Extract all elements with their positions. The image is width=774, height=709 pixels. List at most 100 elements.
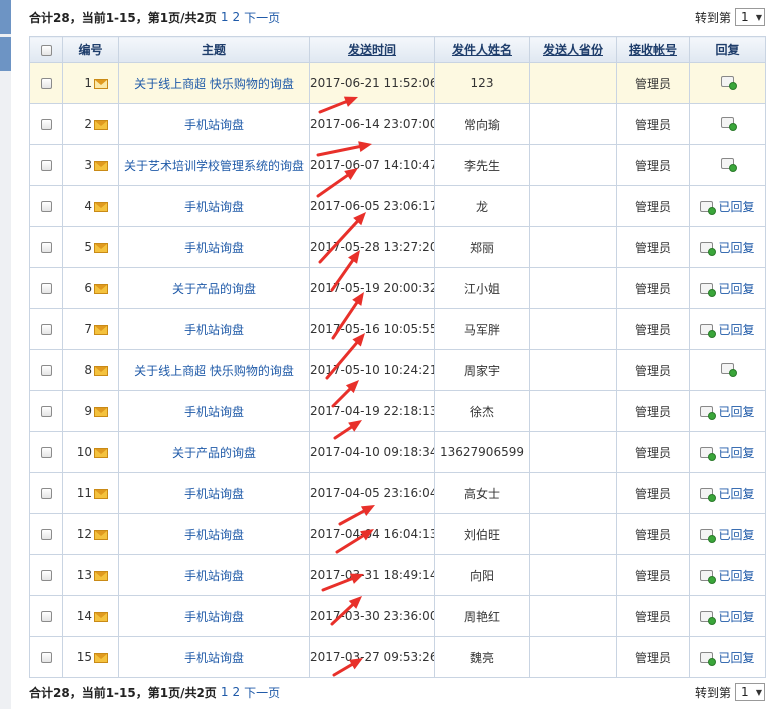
reply-icon[interactable] <box>721 158 737 172</box>
row-reply-cell[interactable] <box>689 144 766 186</box>
reply-icon[interactable] <box>700 323 717 338</box>
row-checkbox[interactable] <box>40 324 52 335</box>
goto-page-select[interactable]: 1 ▼ <box>735 683 765 701</box>
goto-page-select[interactable]: 1 ▼ <box>735 8 765 26</box>
reply-icon[interactable] <box>721 363 737 377</box>
row-reply-cell[interactable]: 已回复 <box>689 513 766 555</box>
row-subject-link[interactable]: 关于产品的询盘 <box>172 282 256 296</box>
row-select-cell[interactable] <box>29 62 63 104</box>
row-select-cell[interactable] <box>29 513 63 555</box>
replied-label[interactable]: 已回复 <box>718 280 754 297</box>
select-all-header[interactable] <box>29 36 63 63</box>
reply-icon[interactable] <box>700 282 717 297</box>
replied-label[interactable]: 已回复 <box>718 567 754 584</box>
row-subject-link[interactable]: 关于艺术培训学校管理系统的询盘 <box>124 159 304 173</box>
select-all-checkbox[interactable] <box>40 44 52 56</box>
row-select-cell[interactable] <box>29 308 63 350</box>
row-select-cell[interactable] <box>29 390 63 432</box>
replied-label[interactable]: 已回复 <box>718 444 754 461</box>
row-reply-cell[interactable]: 已回复 <box>689 226 766 268</box>
row-reply-cell[interactable]: 已回复 <box>689 431 766 473</box>
reply-icon[interactable] <box>700 569 717 584</box>
row-reply-cell[interactable]: 已回复 <box>689 308 766 350</box>
row-reply-cell[interactable]: 已回复 <box>689 390 766 432</box>
row-checkbox[interactable] <box>40 488 52 499</box>
row-select-cell[interactable] <box>29 349 63 391</box>
row-reply-cell[interactable] <box>689 349 766 391</box>
replied-label[interactable]: 已回复 <box>718 403 754 420</box>
column-header-receiver[interactable]: 接收帐号 <box>616 36 690 63</box>
row-reply-cell[interactable]: 已回复 <box>689 636 766 678</box>
column-header-send-time[interactable]: 发送时间 <box>309 36 435 63</box>
page-link-2[interactable]: 2 <box>232 685 240 699</box>
row-checkbox[interactable] <box>40 611 52 622</box>
row-checkbox[interactable] <box>40 652 52 663</box>
row-checkbox[interactable] <box>40 119 52 130</box>
row-checkbox[interactable] <box>40 283 52 294</box>
row-select-cell[interactable] <box>29 267 63 309</box>
row-checkbox[interactable] <box>40 570 52 581</box>
row-subject-link[interactable]: 关于线上商超 快乐购物的询盘 <box>134 77 294 91</box>
reply-icon[interactable] <box>700 528 717 543</box>
reply-icon[interactable] <box>700 405 717 420</box>
row-subject-link[interactable]: 手机站询盘 <box>184 487 244 501</box>
sidebar-tab[interactable] <box>0 37 11 71</box>
row-reply-cell[interactable]: 已回复 <box>689 554 766 596</box>
row-subject-link[interactable]: 手机站询盘 <box>184 118 244 132</box>
row-checkbox[interactable] <box>40 242 52 253</box>
row-select-cell[interactable] <box>29 103 63 145</box>
row-select-cell[interactable] <box>29 472 63 514</box>
row-reply-cell[interactable] <box>689 103 766 145</box>
row-select-cell[interactable] <box>29 226 63 268</box>
row-subject-link[interactable]: 手机站询盘 <box>184 323 244 337</box>
row-reply-cell[interactable] <box>689 62 766 104</box>
row-checkbox[interactable] <box>40 447 52 458</box>
row-reply-cell[interactable]: 已回复 <box>689 595 766 637</box>
replied-label[interactable]: 已回复 <box>718 198 754 215</box>
reply-icon[interactable] <box>700 241 717 256</box>
row-subject-link[interactable]: 手机站询盘 <box>184 610 244 624</box>
sidebar-tab[interactable] <box>0 0 11 34</box>
reply-icon[interactable] <box>700 446 717 461</box>
page-link-1[interactable]: 1 <box>221 685 229 699</box>
reply-icon[interactable] <box>721 117 737 131</box>
row-reply-cell[interactable]: 已回复 <box>689 267 766 309</box>
row-subject-link[interactable]: 关于线上商超 快乐购物的询盘 <box>134 364 294 378</box>
row-checkbox[interactable] <box>40 365 52 376</box>
row-checkbox[interactable] <box>40 406 52 417</box>
row-reply-cell[interactable]: 已回复 <box>689 185 766 227</box>
row-checkbox[interactable] <box>40 78 52 89</box>
row-subject-link[interactable]: 关于产品的询盘 <box>172 446 256 460</box>
row-select-cell[interactable] <box>29 144 63 186</box>
row-select-cell[interactable] <box>29 595 63 637</box>
reply-icon[interactable] <box>700 651 717 666</box>
column-header-sender-name[interactable]: 发件人姓名 <box>434 36 530 63</box>
page-link-1[interactable]: 1 <box>221 10 229 24</box>
row-select-cell[interactable] <box>29 554 63 596</box>
row-subject-link[interactable]: 手机站询盘 <box>184 569 244 583</box>
replied-label[interactable]: 已回复 <box>718 649 754 666</box>
replied-label[interactable]: 已回复 <box>718 485 754 502</box>
reply-icon[interactable] <box>700 200 717 215</box>
column-header-sender-province[interactable]: 发送人省份 <box>529 36 617 63</box>
next-page-link[interactable]: 下一页 <box>244 684 280 701</box>
reply-icon[interactable] <box>721 76 737 90</box>
row-checkbox[interactable] <box>40 160 52 171</box>
row-select-cell[interactable] <box>29 636 63 678</box>
replied-label[interactable]: 已回复 <box>718 526 754 543</box>
row-select-cell[interactable] <box>29 431 63 473</box>
row-reply-cell[interactable]: 已回复 <box>689 472 766 514</box>
next-page-link[interactable]: 下一页 <box>244 9 280 26</box>
row-subject-link[interactable]: 手机站询盘 <box>184 651 244 665</box>
row-subject-link[interactable]: 手机站询盘 <box>184 241 244 255</box>
replied-label[interactable]: 已回复 <box>718 239 754 256</box>
row-subject-link[interactable]: 手机站询盘 <box>184 200 244 214</box>
replied-label[interactable]: 已回复 <box>718 608 754 625</box>
reply-icon[interactable] <box>700 610 717 625</box>
reply-icon[interactable] <box>700 487 717 502</box>
row-subject-link[interactable]: 手机站询盘 <box>184 528 244 542</box>
row-checkbox[interactable] <box>40 201 52 212</box>
row-checkbox[interactable] <box>40 529 52 540</box>
replied-label[interactable]: 已回复 <box>718 321 754 338</box>
page-link-2[interactable]: 2 <box>232 10 240 24</box>
